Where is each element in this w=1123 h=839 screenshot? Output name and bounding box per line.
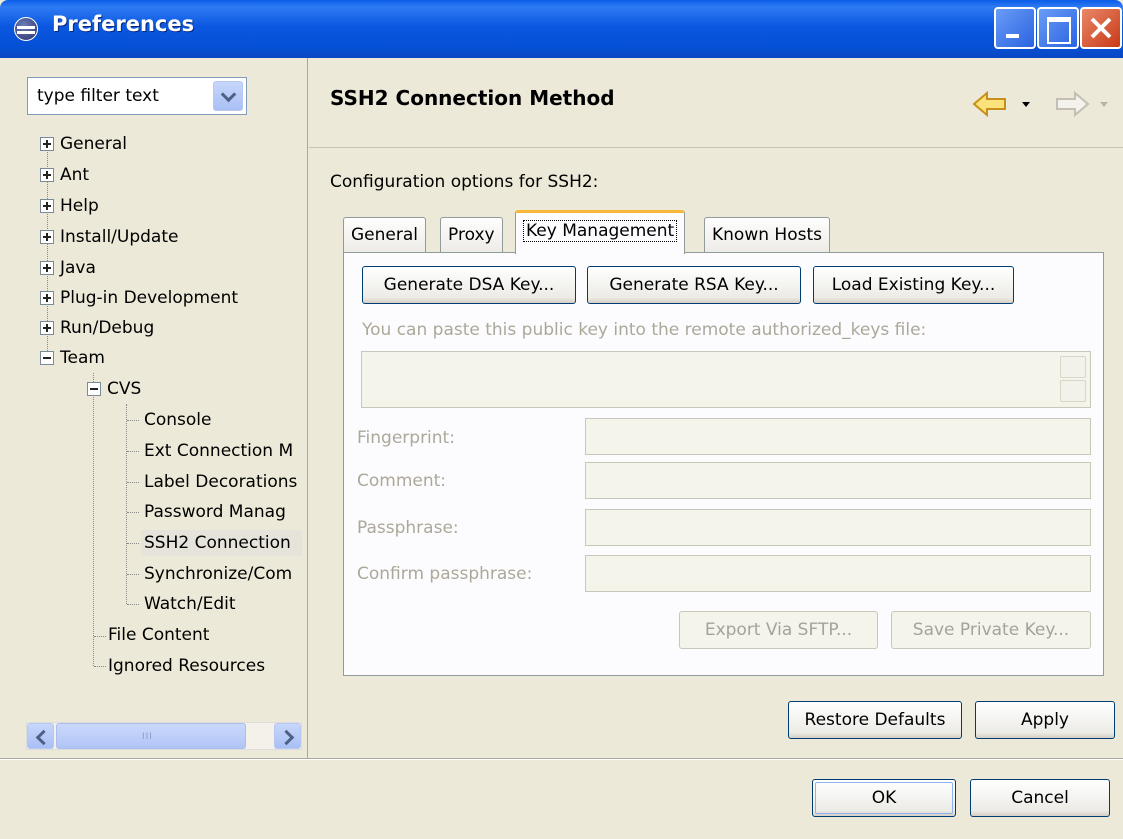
tree-line xyxy=(127,451,139,452)
expand-icon[interactable] xyxy=(40,261,54,275)
filter-input[interactable]: type filter text xyxy=(27,77,247,115)
tab-general[interactable]: General xyxy=(343,217,426,253)
expand-icon[interactable] xyxy=(40,291,54,305)
forward-arrow-icon xyxy=(1056,91,1090,117)
expand-icon[interactable] xyxy=(40,137,54,151)
close-button[interactable] xyxy=(1080,7,1122,49)
tree-item-label: Console xyxy=(144,410,212,430)
filter-dropdown-button[interactable] xyxy=(213,81,243,111)
tab-key-management[interactable]: Key Management xyxy=(515,210,686,254)
tab-label: Known Hosts xyxy=(712,225,822,245)
tree-item-label: Run/Debug xyxy=(60,318,155,338)
export-via-sftp-button: Export Via SFTP... xyxy=(679,611,878,649)
tab-known-hosts[interactable]: Known Hosts xyxy=(704,217,830,253)
tab-label: Proxy xyxy=(448,225,495,245)
scroll-right-button[interactable] xyxy=(274,723,301,749)
tree-item-watch-edit[interactable]: Watch/Edit xyxy=(144,591,236,617)
scroll-left-button[interactable] xyxy=(27,723,54,749)
tree-item-label: Ext Connection M xyxy=(144,441,294,461)
scroll-thumb[interactable]: III xyxy=(56,723,246,749)
confirm-passphrase-label: Confirm passphrase: xyxy=(357,564,533,584)
tree-line xyxy=(127,543,139,544)
ok-focus-ring xyxy=(815,782,953,814)
tree-line xyxy=(94,636,106,637)
tree-item-label: Install/Update xyxy=(60,227,179,247)
tree-line xyxy=(94,666,106,667)
tab-label: General xyxy=(351,225,418,245)
tree-item-label: General xyxy=(60,134,127,154)
tree-item-ignored-resources[interactable]: Ignored Resources xyxy=(108,653,265,679)
tree-item-label: Password Manag xyxy=(144,502,286,522)
eclipse-icon xyxy=(14,17,38,41)
page-title: SSH2 Connection Method xyxy=(330,86,615,110)
tree-line xyxy=(127,512,139,513)
tree-line xyxy=(127,420,139,421)
scroll-grip: III xyxy=(142,732,153,742)
tree-item-label: Plug-in Development xyxy=(60,288,239,308)
back-arrow-icon[interactable] xyxy=(972,91,1010,117)
tree-item-console[interactable]: Console xyxy=(144,407,212,433)
tree-item-label: Help xyxy=(60,196,99,216)
tree-item-label: Team xyxy=(60,348,105,368)
collapse-icon[interactable] xyxy=(40,351,54,365)
tree-line xyxy=(127,482,139,483)
collapse-icon[interactable] xyxy=(87,382,101,396)
generate-rsa-key-button[interactable]: Generate RSA Key... xyxy=(587,266,801,304)
maximize-button[interactable] xyxy=(1037,7,1079,49)
filter-input-text[interactable]: type filter text xyxy=(37,86,159,106)
expand-icon[interactable] xyxy=(40,321,54,335)
tree-item-label: CVS xyxy=(107,379,142,399)
comment-label: Comment: xyxy=(357,471,447,491)
tree-item-label: Synchronize/Com xyxy=(144,564,293,584)
fingerprint-label: Fingerprint: xyxy=(357,428,455,448)
apply-button[interactable]: Apply xyxy=(975,701,1115,739)
public-key-scrollbar xyxy=(1060,356,1086,403)
tree-item-label: Label Decorations xyxy=(144,472,298,492)
window-title: Preferences xyxy=(52,12,195,36)
comment-field xyxy=(585,462,1091,499)
forward-dropdown-icon xyxy=(1100,102,1108,107)
public-key-hint: You can paste this public key into the r… xyxy=(362,320,927,340)
restore-defaults-button[interactable]: Restore Defaults xyxy=(788,701,962,739)
ok-button[interactable]: OK xyxy=(812,779,956,817)
tree-item-file-content[interactable]: File Content xyxy=(108,622,209,648)
tree-item-ssh2-connection[interactable]: SSH2 Connection xyxy=(141,530,302,556)
tree-item-label: Watch/Edit xyxy=(144,594,236,614)
expand-icon[interactable] xyxy=(40,230,54,244)
tree-horizontal-scrollbar[interactable]: III xyxy=(26,722,302,750)
cancel-button[interactable]: Cancel xyxy=(970,779,1110,817)
generate-dsa-key-button[interactable]: Generate DSA Key... xyxy=(362,266,576,304)
footer-separator xyxy=(0,758,1123,760)
tree-item-password-management[interactable]: Password Manag xyxy=(144,499,302,525)
load-existing-key-button[interactable]: Load Existing Key... xyxy=(813,266,1014,304)
confirm-passphrase-field xyxy=(585,555,1091,592)
expand-icon[interactable] xyxy=(40,168,54,182)
tree-item-label: Ignored Resources xyxy=(108,656,266,676)
tree-item-ext-connection[interactable]: Ext Connection M xyxy=(144,438,302,464)
title-bar[interactable]: Preferences xyxy=(0,0,1123,58)
fingerprint-field xyxy=(585,418,1091,455)
preferences-window: Preferences type filter text General Ant… xyxy=(0,0,1123,839)
passphrase-field xyxy=(585,509,1091,546)
back-dropdown-icon[interactable] xyxy=(1022,102,1030,107)
config-options-label: Configuration options for SSH2: xyxy=(330,172,599,192)
close-icon xyxy=(1090,17,1112,39)
tree-item-label: File Content xyxy=(108,625,210,645)
tree-item-synchronize-compare[interactable]: Synchronize/Com xyxy=(144,561,302,587)
expand-icon[interactable] xyxy=(40,199,54,213)
passphrase-label: Passphrase: xyxy=(357,518,459,538)
tree-item-label: Ant xyxy=(60,165,90,185)
tree-line xyxy=(127,574,139,575)
tree-line xyxy=(93,373,94,666)
tab-proxy[interactable]: Proxy xyxy=(440,217,503,253)
tree-line xyxy=(127,604,139,605)
minimize-button[interactable] xyxy=(994,7,1036,49)
tree-item-label: SSH2 Connection xyxy=(144,533,291,553)
tab-label: Key Management xyxy=(523,220,678,242)
tree-item-label: Java xyxy=(60,258,96,278)
public-key-textarea xyxy=(361,351,1091,408)
tree-item-label-decorations[interactable]: Label Decorations xyxy=(144,469,302,495)
save-private-key-button: Save Private Key... xyxy=(891,611,1091,649)
